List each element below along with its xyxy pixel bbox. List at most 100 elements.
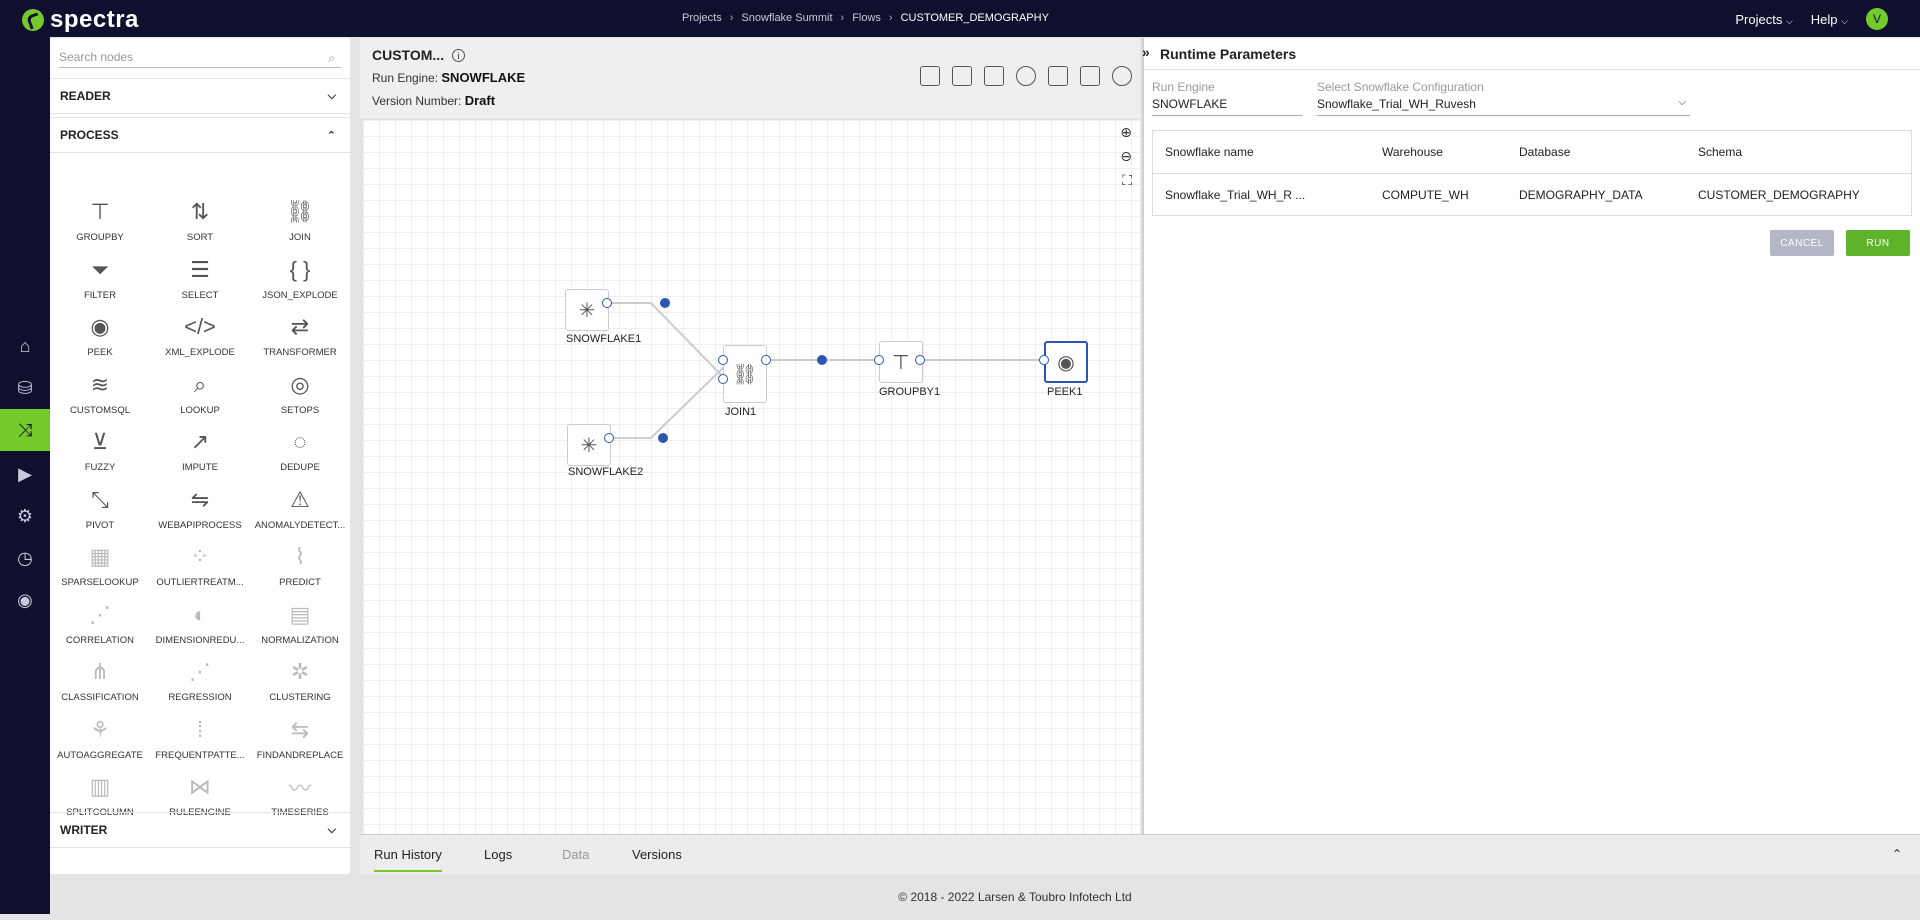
palette-node[interactable]: ⇆ FINDANDREPLACE bbox=[251, 714, 349, 770]
search-icon[interactable]: ⌕ bbox=[328, 51, 335, 66]
snowflake-icon: ✳ bbox=[580, 434, 598, 457]
palette-node[interactable]: ◎ SETOPS bbox=[251, 369, 349, 425]
palette-node[interactable]: ☰ SELECT bbox=[151, 254, 249, 310]
tab-run-history[interactable]: Run History bbox=[374, 847, 442, 872]
palette-node[interactable]: ▤ NORMALIZATION bbox=[251, 599, 349, 655]
flows-icon[interactable]: ⤨ bbox=[0, 409, 50, 451]
palette-node[interactable]: ⚘ AUTOAGGREGATE bbox=[51, 714, 149, 770]
flow-canvas[interactable]: ⊕ ⊖ ⛶ ✳ SNOWFLAKE1 ✳ SNOWFLAKE2 ⛓ JOIN1 … bbox=[363, 120, 1140, 834]
monitor-icon[interactable]: ◉ bbox=[0, 579, 50, 621]
output-port[interactable] bbox=[915, 355, 925, 365]
pipeline-icon[interactable]: ▶ bbox=[0, 453, 50, 495]
share-icon[interactable] bbox=[1080, 66, 1100, 86]
table-cell: COMPUTE_WH bbox=[1382, 188, 1469, 202]
snowflake-config-table: Snowflake name Warehouse Database Schema… bbox=[1152, 130, 1912, 216]
palette-node[interactable]: ⏷ FILTER bbox=[51, 254, 149, 310]
palette-node[interactable]: ◌ DEDUPE bbox=[251, 426, 349, 482]
table-row[interactable]: Snowflake_Trial_WH_R ... COMPUTE_WH DEMO… bbox=[1153, 174, 1911, 217]
breadcrumb-project[interactable]: Snowflake Summit bbox=[741, 12, 832, 24]
eye-icon: ◉ bbox=[90, 314, 110, 339]
flow-node-snowflake1[interactable]: ✳ bbox=[565, 289, 609, 331]
chevron-up-icon[interactable]: ⌃ bbox=[1892, 847, 1902, 861]
scatter-icon: ⁘ bbox=[190, 544, 210, 569]
input-port[interactable] bbox=[874, 355, 884, 365]
tab-data[interactable]: Data bbox=[562, 847, 589, 862]
palette-node[interactable]: ⌇ PREDICT bbox=[251, 541, 349, 597]
section-process-label: PROCESS bbox=[60, 128, 119, 142]
flow-node-label: SNOWFLAKE2 bbox=[568, 466, 644, 478]
snowflake-config-select[interactable]: Select Snowflake Configuration Snowflake… bbox=[1317, 80, 1690, 116]
input-port[interactable] bbox=[718, 355, 728, 365]
palette-node[interactable]: ⛓ JOIN bbox=[251, 196, 349, 252]
palette-node[interactable]: ⊻ FUZZY bbox=[51, 426, 149, 482]
input-port[interactable] bbox=[718, 374, 728, 384]
breadcrumb-projects[interactable]: Projects bbox=[682, 12, 722, 24]
help-menu[interactable]: Help ⌵ bbox=[1811, 12, 1848, 27]
database-icon[interactable]: ⛁ bbox=[0, 367, 50, 409]
palette-node[interactable]: ⇋ WEBAPIPROCESS bbox=[151, 484, 249, 540]
palette-node[interactable]: ⇄ TRANSFORMER bbox=[251, 311, 349, 367]
palette-node[interactable]: ⋰ REGRESSION bbox=[151, 656, 249, 712]
palette-node[interactable]: ⚠ ANOMALYDETECT... bbox=[251, 484, 349, 540]
palette-node[interactable]: ▦ SPARSELOOKUP bbox=[51, 541, 149, 597]
section-writer[interactable]: WRITER ⌵ bbox=[50, 812, 350, 848]
tab-versions[interactable]: Versions bbox=[632, 847, 682, 862]
config-select-value-box[interactable]: Snowflake_Trial_WH_Ruvesh ⌵ bbox=[1317, 94, 1690, 116]
venn-icon: ◎ bbox=[290, 371, 310, 397]
palette-node-label: SORT bbox=[186, 232, 214, 243]
export-icon[interactable] bbox=[984, 66, 1004, 86]
section-process[interactable]: PROCESS ⌃ bbox=[50, 117, 350, 153]
settings-icon[interactable] bbox=[1112, 66, 1132, 86]
palette-node[interactable]: ⌕ LOOKUP bbox=[151, 369, 249, 425]
layers-icon: ≋ bbox=[90, 371, 110, 397]
save-icon[interactable] bbox=[920, 66, 940, 86]
output-port[interactable] bbox=[761, 355, 771, 365]
output-port[interactable] bbox=[604, 433, 614, 443]
palette-node[interactable]: ≋ CUSTOMSQL bbox=[51, 369, 149, 425]
input-port[interactable] bbox=[1039, 355, 1049, 365]
palette-node[interactable]: ⋔ CLASSIFICATION bbox=[51, 656, 149, 712]
palette-node[interactable]: ⋰ CORRELATION bbox=[51, 599, 149, 655]
palette-node[interactable]: ◐ DIMENSIONREDU... bbox=[151, 599, 249, 655]
projects-menu[interactable]: Projects ⌵ bbox=[1735, 12, 1792, 27]
app-logo[interactable]: spectra bbox=[22, 6, 139, 34]
output-port[interactable] bbox=[602, 298, 612, 308]
schedule-icon[interactable] bbox=[1048, 66, 1068, 86]
run-engine-label: Run Engine: bbox=[372, 71, 439, 85]
avatar[interactable]: V bbox=[1866, 8, 1888, 30]
palette-node[interactable]: ⊤ GROUPBY bbox=[51, 196, 149, 252]
palette-node[interactable]: ✲ CLUSTERING bbox=[251, 656, 349, 712]
connection-handle[interactable] bbox=[658, 433, 668, 443]
palette-node-label: CLASSIFICATION bbox=[61, 692, 139, 703]
palette-node[interactable]: ⁘ OUTLIERTREATM... bbox=[151, 541, 249, 597]
flow-node-join1[interactable]: ⛓ bbox=[723, 345, 767, 403]
run-button[interactable]: RUN bbox=[1846, 230, 1910, 256]
palette-node[interactable]: ⤡ PIVOT bbox=[51, 484, 149, 540]
collapse-panel-icon[interactable]: » bbox=[1142, 44, 1150, 60]
model-icon[interactable]: ⚙ bbox=[0, 495, 50, 537]
column-header: Snowflake name bbox=[1165, 145, 1254, 159]
home-icon[interactable]: ⌂ bbox=[0, 325, 50, 367]
palette-node[interactable]: ⇅ SORT bbox=[151, 196, 249, 252]
section-reader[interactable]: READER ⌵ bbox=[50, 78, 350, 114]
connection-handle[interactable] bbox=[817, 355, 827, 365]
connection-handle[interactable] bbox=[660, 298, 670, 308]
palette-node[interactable]: ↗ IMPUTE bbox=[151, 426, 249, 482]
palette-node[interactable]: ◉ PEEK bbox=[51, 311, 149, 367]
json-icon: { } bbox=[289, 256, 311, 282]
palette-node[interactable]: ⁞ FREQUENTPATTE... bbox=[151, 714, 249, 770]
flow-node-peek1[interactable]: ◉ bbox=[1044, 341, 1088, 383]
run-icon[interactable] bbox=[1016, 66, 1036, 86]
palette-node[interactable]: { } JSON_EXPLODE bbox=[251, 254, 349, 310]
column-header: Database bbox=[1519, 145, 1571, 159]
history-icon[interactable]: ◷ bbox=[0, 537, 50, 579]
search-nodes-input[interactable]: Search nodes ⌕ bbox=[59, 46, 341, 68]
tab-logs[interactable]: Logs bbox=[484, 847, 512, 862]
palette-node[interactable]: </> XML_EXPLODE bbox=[151, 311, 249, 367]
cancel-button[interactable]: CANCEL bbox=[1770, 230, 1834, 256]
breadcrumb-flows[interactable]: Flows bbox=[852, 12, 881, 24]
palette-node-label: ANOMALYDETECT... bbox=[254, 519, 346, 531]
info-icon[interactable]: i bbox=[452, 49, 465, 62]
flow-node-snowflake2[interactable]: ✳ bbox=[567, 424, 611, 466]
save-as-icon[interactable] bbox=[952, 66, 972, 86]
